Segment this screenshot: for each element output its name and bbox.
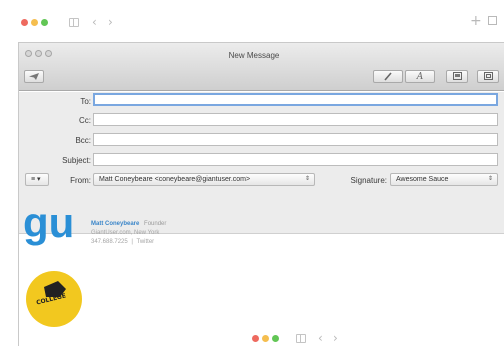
signature-role: Founder [144, 221, 167, 227]
chevron-updown-icon: ⇕ [304, 176, 310, 182]
header-options-button[interactable]: ≡ ▾ [25, 173, 49, 186]
college-badge: COLLEGE [26, 271, 82, 327]
close-button[interactable] [252, 335, 259, 342]
forward-icon[interactable]: › [333, 332, 338, 344]
subject-field[interactable] [93, 153, 498, 166]
signature-contact-line: 347.688.7225 | Twitter [91, 239, 154, 245]
subject-label: Subject: [62, 156, 91, 165]
window-title: New Message [228, 51, 280, 60]
signature-phone: 347.688.7225 [91, 239, 128, 245]
back-icon[interactable]: ‹ [318, 332, 323, 344]
attach-button[interactable] [373, 70, 403, 83]
tabs-icon[interactable] [488, 16, 497, 25]
signature-twitter[interactable]: Twitter [137, 239, 155, 245]
message-header: To: Cc: Bcc: Subject: ≡ ▾ From: Matt Con… [19, 92, 504, 234]
format-icon: A [416, 72, 424, 82]
browser-toolbar: ‹ › + [0, 0, 504, 40]
options-icon: ≡ ▾ [31, 176, 41, 183]
giantuser-logo: gu [23, 203, 74, 246]
signature-name-line: Matt Coneybeare Founder [91, 221, 166, 227]
bcc-field[interactable] [93, 133, 498, 146]
cc-label: Cc: [79, 116, 91, 125]
from-value: Matt Coneybeare <coneybeare@giantuser.co… [99, 176, 251, 183]
attach-icon [384, 72, 392, 81]
signature-value: Awesome Sauce [396, 176, 449, 183]
signature-name[interactable]: Matt Coneybeare [91, 221, 139, 227]
chevron-updown-icon: ⇕ [487, 176, 493, 182]
stationery-button[interactable] [477, 70, 499, 83]
add-icon[interactable]: + [470, 14, 482, 28]
zoom-button[interactable] [272, 335, 279, 342]
sidebar-icon[interactable] [69, 18, 79, 27]
separator: | [131, 239, 133, 245]
format-button[interactable]: A [405, 70, 435, 83]
signature-select[interactable]: Awesome Sauce ⇕ [390, 173, 498, 186]
back-icon[interactable]: ‹ [92, 16, 97, 28]
background-window: ‹ › [234, 326, 504, 346]
close-button[interactable] [21, 19, 28, 26]
to-field[interactable] [93, 93, 498, 106]
bcc-label: Bcc: [75, 136, 91, 145]
from-label: From: [70, 176, 91, 185]
forward-icon[interactable]: › [108, 16, 113, 28]
stationery-icon [483, 72, 493, 80]
photo-browser-icon [452, 72, 462, 80]
minimize-button[interactable] [262, 335, 269, 342]
to-label: To: [80, 97, 91, 106]
signature-label: Signature: [350, 176, 387, 185]
send-icon [29, 73, 39, 80]
minimize-button[interactable] [31, 19, 38, 26]
cc-field[interactable] [93, 113, 498, 126]
photo-browser-button[interactable] [446, 70, 468, 83]
logo-text: gu [23, 203, 74, 246]
sidebar-icon[interactable] [296, 334, 306, 343]
from-select[interactable]: Matt Coneybeare <coneybeare@giantuser.co… [93, 173, 315, 186]
compose-window: New Message A To: Cc: Bcc: Subject: ≡ ▾ … [18, 42, 504, 346]
signature-company[interactable]: GiantUser.com, New York [91, 230, 159, 236]
window-titlebar: New Message A [19, 43, 504, 91]
zoom-button[interactable] [41, 19, 48, 26]
send-button[interactable] [24, 70, 44, 83]
